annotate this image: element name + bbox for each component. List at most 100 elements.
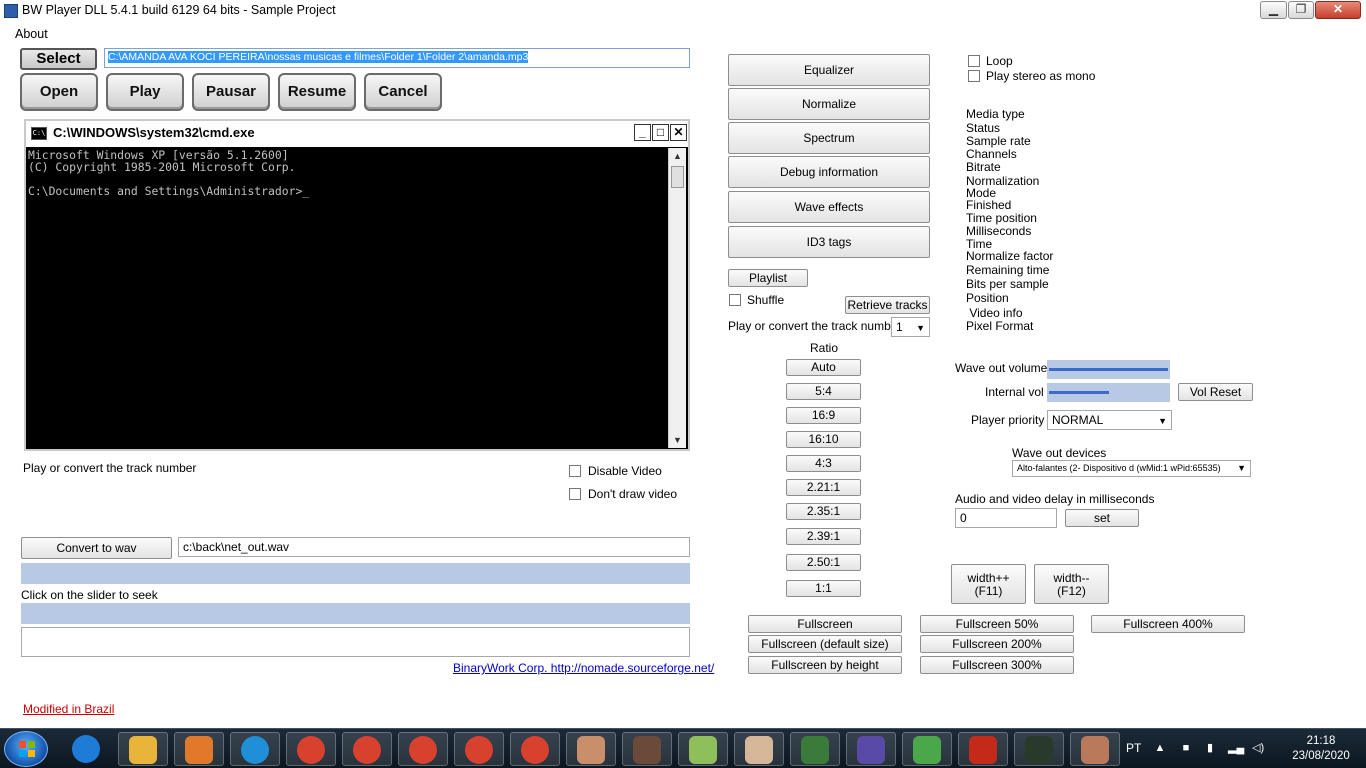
taskbar-item[interactable] — [622, 732, 672, 766]
disable-video-checkbox[interactable] — [569, 465, 581, 477]
ratio-button[interactable]: 16:9 — [786, 407, 861, 424]
wave-out-volume-label: Wave out volume — [955, 361, 1048, 375]
menu-about[interactable]: About — [15, 27, 48, 41]
select-button[interactable]: Select — [20, 48, 97, 70]
convert-output-path-input[interactable]: c:\back\net_out.wav — [178, 537, 690, 557]
player-priority-label: Player priority — [971, 413, 1045, 427]
ratio-button[interactable]: 2.21:1 — [786, 479, 861, 496]
debug-information-button[interactable]: Debug information — [728, 156, 930, 188]
wave-out-device-select[interactable]: Alto-falantes (2- Dispositivo d (wMid:1 … — [1012, 460, 1251, 477]
fullscreen-button[interactable]: Fullscreen — [748, 615, 902, 633]
cmd-title-bar[interactable]: C:\ C:\WINDOWS\system32\cmd.exe _ □ ✕ — [26, 121, 688, 147]
bug-icon — [801, 736, 829, 764]
fullscreen-300-button[interactable]: Fullscreen 300% — [920, 656, 1074, 674]
cmd-minimize-button[interactable]: _ — [634, 124, 651, 141]
maximize-button[interactable]: ❐ — [1288, 1, 1314, 19]
pause-button[interactable]: Pausar — [192, 73, 270, 111]
convert-to-wav-button[interactable]: Convert to wav — [21, 537, 172, 559]
ratio-button[interactable]: 16:10 — [786, 431, 861, 448]
taskbar-item[interactable] — [230, 732, 280, 766]
start-button[interactable] — [4, 731, 48, 767]
wave-effects-button[interactable]: Wave effects — [728, 191, 930, 223]
taskbar-item[interactable] — [510, 732, 560, 766]
cmd-maximize-button[interactable]: □ — [652, 124, 669, 141]
equalizer-button[interactable]: Equalizer — [728, 54, 930, 86]
network-icon[interactable]: ▂▄ — [1228, 742, 1244, 754]
ratio-button[interactable]: 2.39:1 — [786, 528, 861, 545]
taskbar-item[interactable] — [846, 732, 896, 766]
delay-input[interactable]: 0 — [955, 508, 1057, 528]
tray-expand-icon[interactable]: ▲ — [1154, 742, 1166, 754]
taskbar-item[interactable] — [734, 732, 784, 766]
stereo-as-mono-checkbox[interactable] — [968, 70, 980, 82]
video-area-cmd-window[interactable]: C:\ C:\WINDOWS\system32\cmd.exe _ □ ✕ Mi… — [24, 119, 690, 451]
scroll-down-icon[interactable]: ▼ — [669, 432, 686, 448]
title-bar[interactable]: BW Player DLL 5.4.1 build 6129 64 bits -… — [0, 0, 1366, 22]
tray-app-icon[interactable]: ■ — [1180, 742, 1192, 754]
fullscreen-by-height-button[interactable]: Fullscreen by height — [748, 656, 902, 674]
vol-reset-button[interactable]: Vol Reset — [1178, 383, 1253, 401]
language-indicator[interactable]: PT — [1126, 741, 1141, 755]
player-priority-select[interactable]: NORMAL ▼ — [1047, 410, 1172, 430]
taskbar-item[interactable] — [286, 732, 336, 766]
spectrum-button[interactable]: Spectrum — [728, 122, 930, 154]
fullscreen-default-size-button[interactable]: Fullscreen (default size) — [748, 635, 902, 653]
taskbar-item[interactable] — [678, 732, 728, 766]
scroll-thumb[interactable] — [671, 166, 684, 188]
info-text-box[interactable] — [21, 627, 690, 657]
ratio-button[interactable]: 5:4 — [786, 383, 861, 400]
shuffle-label: Shuffle — [747, 293, 785, 307]
progress-slider[interactable] — [21, 563, 690, 584]
width-minus-button[interactable]: width-- (F12) — [1034, 564, 1109, 604]
taskbar-item[interactable] — [62, 732, 112, 766]
dont-draw-video-checkbox[interactable] — [569, 488, 581, 500]
open-button[interactable]: Open — [20, 73, 98, 111]
taskbar-item[interactable] — [174, 732, 224, 766]
track-number-value: 1 — [896, 320, 903, 334]
taskbar-item[interactable] — [790, 732, 840, 766]
tray-clock[interactable]: 21:18 23/08/2020 — [1288, 734, 1354, 764]
ratio-button[interactable]: 1:1 — [786, 580, 861, 597]
playlist-button[interactable]: Playlist — [728, 269, 808, 287]
shuffle-checkbox[interactable] — [729, 294, 741, 306]
minimize-button[interactable]: ▁ — [1260, 1, 1287, 19]
normalize-button[interactable]: Normalize — [728, 88, 930, 120]
taskbar-item[interactable] — [454, 732, 504, 766]
loop-checkbox[interactable] — [968, 55, 980, 67]
taskbar-item[interactable] — [1070, 732, 1120, 766]
cmd-scrollbar[interactable]: ▲ ▼ — [668, 148, 686, 448]
width-plus-button[interactable]: width++ (F11) — [951, 564, 1026, 604]
internal-vol-slider[interactable] — [1047, 383, 1170, 402]
fullscreen-200-button[interactable]: Fullscreen 200% — [920, 635, 1074, 653]
close-button[interactable]: ✕ — [1315, 1, 1361, 19]
ratio-button[interactable]: 2.50:1 — [786, 554, 861, 571]
volume-icon[interactable]: ◁) — [1252, 742, 1264, 754]
taskbar-item[interactable] — [902, 732, 952, 766]
ratio-button[interactable]: 4:3 — [786, 455, 861, 472]
taskbar-item[interactable] — [118, 732, 168, 766]
scroll-up-icon[interactable]: ▲ — [669, 148, 686, 164]
resume-button[interactable]: Resume — [278, 73, 356, 111]
set-delay-button[interactable]: set — [1065, 509, 1139, 527]
taskbar-item[interactable] — [342, 732, 392, 766]
taskbar-item[interactable] — [1014, 732, 1064, 766]
id3-tags-button[interactable]: ID3 tags — [728, 226, 930, 258]
ratio-button[interactable]: Auto — [786, 359, 861, 376]
ratio-button[interactable]: 2.35:1 — [786, 503, 861, 520]
seek-slider[interactable] — [21, 603, 690, 624]
usb-icon[interactable]: ▮ — [1204, 742, 1216, 754]
track-number-select[interactable]: 1 ▼ — [891, 317, 930, 337]
modified-in-brazil-link[interactable]: Modified in Brazil — [23, 702, 114, 716]
taskbar-item[interactable] — [566, 732, 616, 766]
fullscreen-50-button[interactable]: Fullscreen 50% — [920, 615, 1074, 633]
fullscreen-400-button[interactable]: Fullscreen 400% — [1091, 615, 1245, 633]
wave-out-volume-slider[interactable] — [1047, 360, 1170, 379]
retrieve-tracks-button[interactable]: Retrieve tracks — [845, 296, 930, 314]
cancel-button[interactable]: Cancel — [364, 73, 442, 111]
play-button[interactable]: Play — [106, 73, 184, 111]
cmd-close-button[interactable]: ✕ — [670, 124, 687, 141]
file-path-input[interactable]: C:\AMANDA AVA KOCI PEREIRA\nossas musica… — [104, 48, 690, 68]
taskbar-item[interactable] — [958, 732, 1008, 766]
binarywork-link[interactable]: BinaryWork Corp. http://nomade.sourcefor… — [453, 661, 714, 675]
taskbar-item[interactable] — [398, 732, 448, 766]
